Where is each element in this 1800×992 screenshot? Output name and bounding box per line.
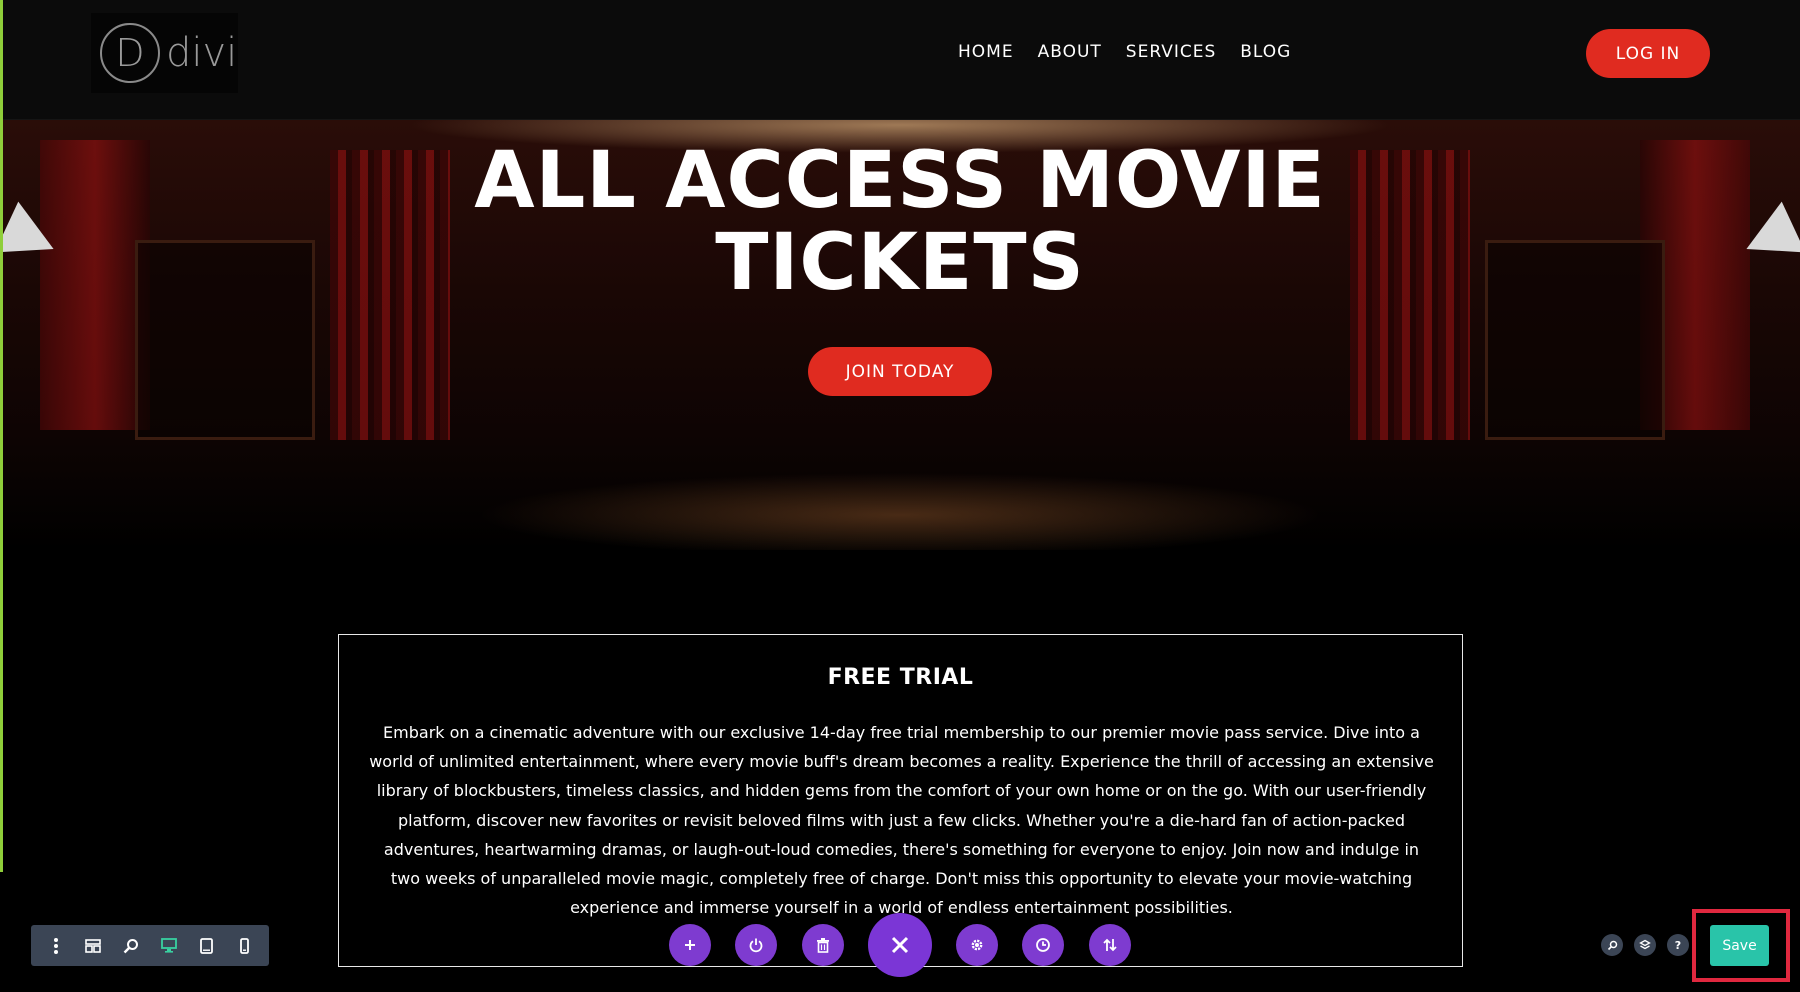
more-icon[interactable] bbox=[42, 932, 70, 960]
wireframe-icon[interactable] bbox=[79, 932, 107, 960]
hero-title-line-2: TICKETS bbox=[715, 218, 1085, 308]
logo-mark: D bbox=[100, 23, 160, 83]
history-icon[interactable] bbox=[1022, 924, 1064, 966]
stage-panel bbox=[135, 240, 315, 440]
layers-icon[interactable] bbox=[1634, 934, 1656, 956]
tablet-icon[interactable] bbox=[192, 932, 220, 960]
site-logo[interactable]: D divi bbox=[91, 13, 238, 93]
stage-panel bbox=[1485, 240, 1665, 440]
free-trial-body: Embark on a cinematic adventure with our… bbox=[369, 723, 1434, 918]
hero-title-line-1: ALL ACCESS MOVIE bbox=[474, 136, 1326, 226]
search-icon[interactable] bbox=[1601, 934, 1623, 956]
hero-title: ALL ACCESS MOVIE TICKETS bbox=[400, 140, 1400, 304]
builder-view-toolbar bbox=[31, 925, 269, 966]
zoom-icon[interactable] bbox=[117, 932, 145, 960]
power-icon[interactable] bbox=[735, 924, 777, 966]
desktop-icon[interactable] bbox=[155, 932, 183, 960]
save-button[interactable]: Save bbox=[1710, 925, 1769, 966]
curtain-decoration bbox=[40, 140, 150, 430]
nav-blog[interactable]: BLOG bbox=[1240, 42, 1291, 62]
add-icon[interactable] bbox=[669, 924, 711, 966]
free-trial-title: FREE TRIAL bbox=[827, 665, 974, 690]
join-today-button[interactable]: JOIN TODAY bbox=[808, 347, 992, 396]
phone-icon[interactable] bbox=[230, 932, 258, 960]
close-icon[interactable] bbox=[868, 913, 932, 977]
portability-icon[interactable] bbox=[1089, 924, 1131, 966]
trash-icon[interactable] bbox=[802, 924, 844, 966]
help-icon[interactable]: ? bbox=[1667, 934, 1689, 956]
logo-text: divi bbox=[166, 30, 238, 76]
login-button[interactable]: LOG IN bbox=[1586, 29, 1710, 78]
main-nav: HOME ABOUT SERVICES BLOG bbox=[958, 42, 1315, 62]
builder-edge-indicator bbox=[0, 0, 3, 872]
nav-about[interactable]: ABOUT bbox=[1038, 42, 1102, 62]
nav-home[interactable]: HOME bbox=[958, 42, 1014, 62]
gear-icon[interactable] bbox=[956, 924, 998, 966]
nav-services[interactable]: SERVICES bbox=[1126, 42, 1216, 62]
site-header: D divi HOME ABOUT SERVICES BLOG LOG IN bbox=[0, 0, 1800, 120]
